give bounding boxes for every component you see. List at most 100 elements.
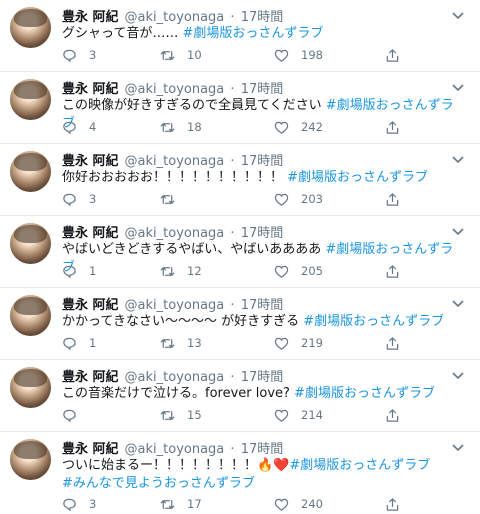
display-name[interactable]: 豊永 阿紀 (62, 370, 119, 385)
heart-icon (274, 498, 289, 511)
avatar[interactable] (10, 79, 51, 120)
retweet-icon (160, 122, 175, 132)
chevron-down-icon[interactable] (450, 367, 466, 383)
heart-icon (274, 409, 289, 422)
chevron-down-icon[interactable] (450, 223, 466, 239)
reply-button[interactable]: 3 (62, 190, 96, 208)
display-name[interactable]: 豊永 阿紀 (62, 442, 119, 457)
chevron-down-icon[interactable] (450, 439, 466, 455)
share-icon (386, 192, 399, 206)
handle[interactable]: @aki_toyonaga (125, 370, 225, 385)
timeline: 豊永 阿紀 @aki_toyonaga · 17時間 グシャって音が…… #劇場版… (0, 0, 480, 514)
display-name[interactable]: 豊永 阿紀 (62, 154, 119, 169)
like-button[interactable]: 219 (274, 334, 323, 352)
retweet-button[interactable]: 18 (160, 118, 202, 136)
share-icon (386, 48, 399, 62)
timestamp[interactable]: 17時間 (241, 442, 284, 457)
handle[interactable]: @aki_toyonaga (125, 10, 225, 25)
tweet-body: ついに始まるー！！！！！！！！ (62, 458, 258, 473)
like-count: 242 (301, 120, 323, 134)
retweet-button[interactable]: 15 (160, 406, 202, 424)
tweet-header: 豊永 阿紀 @aki_toyonaga · 17時間 (62, 78, 444, 97)
like-count: 205 (301, 264, 323, 278)
display-name[interactable]: 豊永 阿紀 (62, 298, 119, 313)
tweet[interactable]: 豊永 阿紀 @aki_toyonaga · 17時間 グシャって音が…… #劇場版… (0, 0, 480, 72)
reply-icon (63, 121, 76, 134)
retweet-count: 17 (187, 497, 202, 511)
hashtag-link[interactable]: #劇場版おっさんずラブ (303, 314, 444, 329)
retweet-icon (160, 338, 175, 348)
chevron-down-icon[interactable] (450, 295, 466, 311)
retweet-button[interactable]: 13 (160, 334, 202, 352)
share-icon (386, 336, 399, 350)
like-button[interactable]: 205 (274, 262, 323, 280)
avatar[interactable] (10, 295, 51, 336)
heart-icon (274, 121, 289, 134)
hashtag-link[interactable]: #劇場版おっさんずラブ (289, 458, 430, 473)
display-name[interactable]: 豊永 阿紀 (62, 82, 119, 97)
timestamp[interactable]: 17時間 (241, 298, 284, 313)
share-button[interactable] (385, 46, 400, 64)
like-button[interactable]: 198 (274, 46, 323, 64)
reply-button[interactable]: 3 (62, 495, 96, 513)
display-name[interactable]: 豊永 阿紀 (62, 10, 119, 25)
timestamp[interactable]: 17時間 (241, 154, 284, 169)
reply-icon (63, 193, 76, 206)
retweet-button[interactable] (160, 190, 187, 208)
reply-button[interactable]: 1 (62, 334, 96, 352)
hashtag-link[interactable]: #劇場版おっさんずラブ (294, 386, 435, 401)
like-button[interactable]: 242 (274, 118, 323, 136)
handle[interactable]: @aki_toyonaga (125, 154, 225, 169)
reply-button[interactable] (62, 406, 89, 424)
retweet-button[interactable]: 10 (160, 46, 202, 64)
tweet[interactable]: 豊永 阿紀 @aki_toyonaga · 17時間 かかってきなさい〜〜〜〜 が… (0, 288, 480, 360)
retweet-button[interactable]: 12 (160, 262, 202, 280)
share-button[interactable] (385, 406, 400, 424)
handle[interactable]: @aki_toyonaga (125, 298, 225, 313)
timestamp[interactable]: 17時間 (241, 10, 284, 25)
retweet-icon (160, 266, 175, 276)
timestamp[interactable]: 17時間 (241, 370, 284, 385)
handle[interactable]: @aki_toyonaga (125, 82, 225, 97)
avatar[interactable] (10, 367, 51, 408)
reply-count: 1 (89, 264, 97, 278)
like-button[interactable]: 240 (274, 495, 323, 513)
reply-icon (63, 265, 76, 278)
reply-button[interactable]: 1 (62, 262, 96, 280)
hashtag-link[interactable]: #みんなで見ようおっさんずラブ (62, 476, 255, 491)
share-button[interactable] (385, 262, 400, 280)
share-button[interactable] (385, 495, 400, 513)
avatar[interactable] (10, 7, 51, 48)
share-button[interactable] (385, 118, 400, 136)
tweet-text: かかってきなさい〜〜〜〜 が好きすぎる #劇場版おっさんずラブ (62, 313, 464, 331)
hashtag-link[interactable]: #劇場版おっさんずラブ (182, 26, 323, 41)
tweet[interactable]: 豊永 阿紀 @aki_toyonaga · 17時間 ついに始まるー！！！！！！！… (0, 432, 480, 514)
tweet[interactable]: 豊永 阿紀 @aki_toyonaga · 17時間 この音楽だけで泣ける。for… (0, 360, 480, 432)
share-button[interactable] (385, 190, 400, 208)
share-button[interactable] (385, 334, 400, 352)
tweet[interactable]: 豊永 阿紀 @aki_toyonaga · 17時間 やばいどきどきするやばい、や… (0, 216, 480, 288)
hashtag-link[interactable]: #劇場版おっさんずラブ (287, 170, 428, 185)
avatar[interactable] (10, 439, 51, 480)
display-name[interactable]: 豊永 阿紀 (62, 226, 119, 241)
tweet[interactable]: 豊永 阿紀 @aki_toyonaga · 17時間 你好おおおおお！！！！！！！… (0, 144, 480, 216)
timestamp[interactable]: 17時間 (241, 82, 284, 97)
handle[interactable]: @aki_toyonaga (125, 226, 225, 241)
avatar[interactable] (10, 223, 51, 264)
avatar[interactable] (10, 151, 51, 192)
reply-button[interactable]: 4 (62, 118, 96, 136)
chevron-down-icon[interactable] (450, 151, 466, 167)
chevron-down-icon[interactable] (450, 79, 466, 95)
like-button[interactable]: 203 (274, 190, 323, 208)
reply-icon (63, 337, 76, 350)
tweet[interactable]: 豊永 阿紀 @aki_toyonaga · 17時間 この映像が好きすぎるので全員… (0, 72, 480, 144)
reply-button[interactable]: 3 (62, 46, 96, 64)
like-count: 219 (301, 336, 323, 350)
chevron-down-icon[interactable] (450, 7, 466, 23)
like-button[interactable]: 214 (274, 406, 323, 424)
separator: · (230, 442, 235, 457)
timestamp[interactable]: 17時間 (241, 226, 284, 241)
retweet-button[interactable]: 17 (160, 495, 202, 513)
handle[interactable]: @aki_toyonaga (125, 442, 225, 457)
separator: · (230, 10, 235, 25)
